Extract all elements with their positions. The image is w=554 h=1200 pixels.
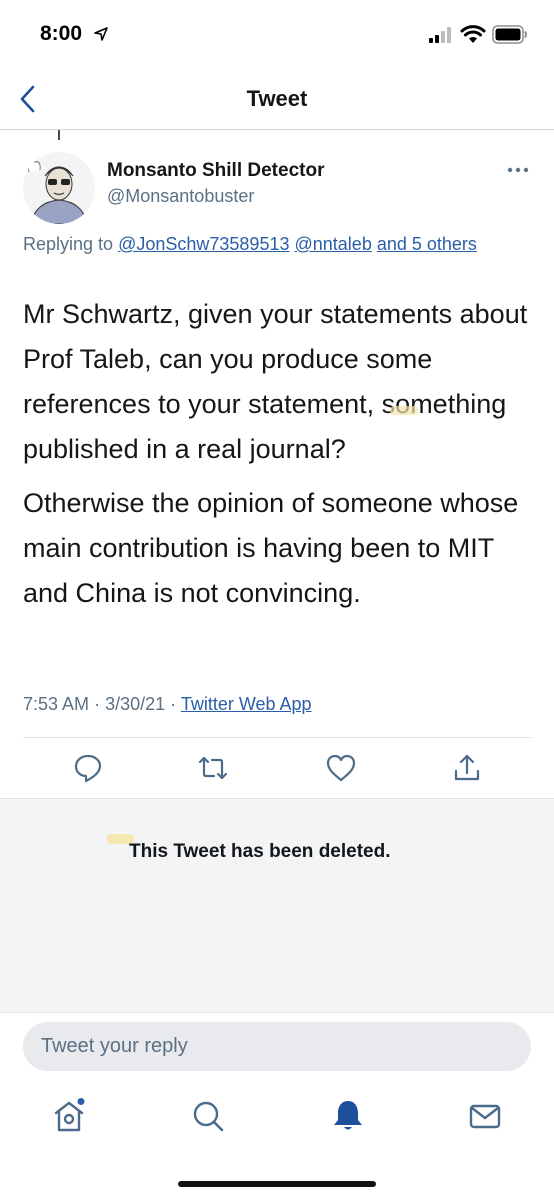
avatar[interactable] bbox=[23, 152, 95, 224]
author-handle[interactable]: @Monsantobuster bbox=[107, 186, 254, 207]
tweet-paragraph: Otherwise the opinion of someone whose m… bbox=[23, 488, 519, 608]
home-icon[interactable] bbox=[51, 1098, 87, 1134]
reply-placeholder: Tweet your reply bbox=[41, 1035, 188, 1057]
deleted-tweet-panel bbox=[0, 798, 554, 1013]
replying-prefix: Replying to bbox=[23, 234, 114, 254]
meta-separator: · bbox=[94, 694, 101, 714]
like-icon[interactable] bbox=[325, 752, 357, 784]
header-divider bbox=[0, 129, 554, 130]
tweet-meta: 7:53 AM · 3/30/21 · Twitter Web App bbox=[23, 694, 312, 715]
tweet-paragraph: Mr Schwartz, given your statements about… bbox=[23, 299, 528, 464]
search-icon[interactable] bbox=[190, 1098, 226, 1134]
page-title: Tweet bbox=[246, 86, 308, 111]
replying-to: Replying to @JonSchw73589513 @nntaleb an… bbox=[23, 229, 523, 259]
location-arrow-icon bbox=[94, 27, 108, 41]
messages-icon[interactable] bbox=[467, 1098, 503, 1134]
share-icon[interactable] bbox=[451, 752, 483, 784]
tweet-date: 3/30/21 bbox=[105, 694, 166, 714]
notifications-icon[interactable] bbox=[330, 1098, 366, 1134]
avatar-image bbox=[23, 152, 95, 224]
reply-icon[interactable] bbox=[72, 752, 104, 784]
meta-separator: · bbox=[170, 694, 177, 714]
wifi-icon bbox=[460, 25, 486, 43]
tweet-body: Mr Schwartz, given your statements about… bbox=[23, 292, 533, 625]
thread-connector bbox=[58, 130, 60, 140]
deleted-tweet-notice: This Tweet has been deleted. bbox=[129, 841, 391, 862]
retweet-icon[interactable] bbox=[197, 752, 229, 784]
status-time: 8:00 bbox=[40, 22, 83, 45]
text-highlight-mark bbox=[390, 406, 418, 415]
cellular-signal-icon bbox=[429, 27, 451, 43]
source-link[interactable]: Twitter Web App bbox=[181, 694, 312, 714]
others-link[interactable]: and 5 others bbox=[377, 234, 477, 254]
more-options-icon[interactable] bbox=[506, 160, 530, 180]
mention-link[interactable]: @JonSchw73589513 bbox=[118, 234, 289, 254]
mention-link[interactable]: @nntaleb bbox=[295, 234, 372, 254]
tweet-time: 7:53 AM bbox=[23, 694, 90, 714]
author-name[interactable]: Monsanto Shill Detector bbox=[107, 160, 324, 182]
actions-divider bbox=[23, 737, 531, 738]
battery-icon bbox=[492, 25, 527, 44]
home-indicator[interactable] bbox=[178, 1181, 376, 1187]
